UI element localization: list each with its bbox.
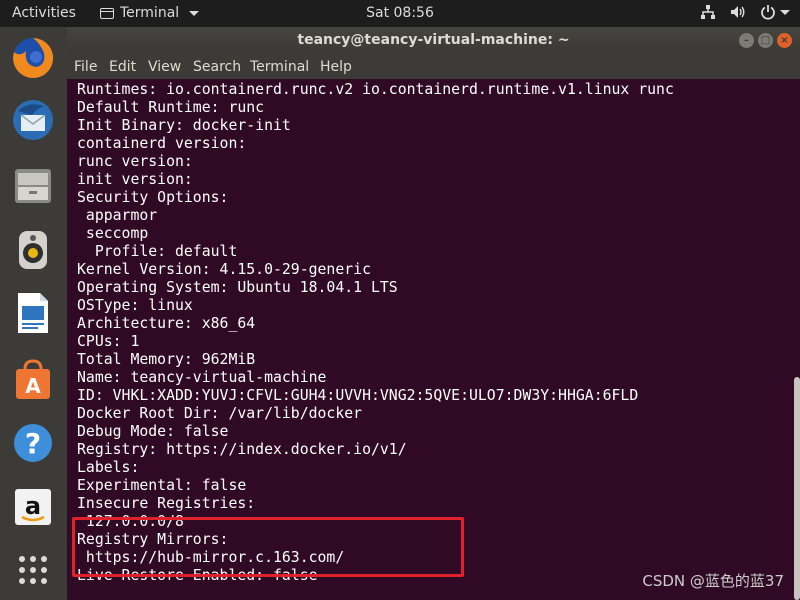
terminal-line: Operating System: Ubuntu 18.04.1 LTS [77,279,398,296]
files-icon[interactable] [10,163,56,209]
terminal-line: Architecture: x86_64 [77,315,256,332]
svg-text:a: a [25,492,41,520]
svg-text:A: A [25,374,41,398]
libreoffice-writer-icon[interactable] [10,290,56,336]
terminal-window: teancy@teancy-virtual-machine: ~ – □ × F… [67,27,800,600]
terminal-line: Labels: [77,459,140,476]
maximize-button[interactable]: □ [758,33,773,48]
terminal-line: ID: VHKL:XADD:YUVJ:CFVL:GUH4:UVVH:VNG2:5… [77,387,639,404]
help-icon[interactable]: ? [10,420,56,466]
menu-file[interactable]: File [74,59,97,75]
show-applications-icon[interactable] [10,547,56,593]
power-icon [761,5,775,20]
thunderbird-icon[interactable] [10,97,56,143]
menu-help[interactable]: Help [320,59,352,75]
terminal-line: seccomp [77,225,149,242]
menu-view[interactable]: View [148,59,181,75]
terminal-line: init version: [77,171,193,188]
top-panel: Activities Terminal Sat 08:56 [0,0,800,27]
terminal-line: Name: teancy-virtual-machine [77,369,327,386]
rhythmbox-icon[interactable] [10,227,56,273]
terminal-line: Experimental: false [77,477,247,494]
power-menu[interactable] [760,4,790,20]
network-icon[interactable] [700,4,716,20]
svg-text:?: ? [25,427,41,460]
terminal-line: Kernel Version: 4.15.0-29-generic [77,261,371,278]
highlight-box [72,517,464,577]
menu-edit[interactable]: Edit [109,59,136,75]
terminal-line: CPUs: 1 [77,333,140,350]
terminal-line: Docker Root Dir: /var/lib/docker [77,405,363,422]
volume-icon[interactable] [730,4,746,20]
close-button[interactable]: × [777,33,792,48]
clock[interactable]: Sat 08:56 [0,5,800,21]
menu-search[interactable]: Search [193,59,241,75]
scrollbar[interactable] [794,377,800,600]
firefox-icon[interactable] [10,35,56,81]
watermark: CSDN @蓝色的蓝37 [642,572,784,590]
terminal-line: Profile: default [77,243,238,260]
minimize-button[interactable]: – [739,33,754,48]
window-titlebar[interactable]: teancy@teancy-virtual-machine: ~ – □ × [67,27,800,54]
menu-terminal[interactable]: Terminal [250,59,309,75]
ubuntu-software-icon[interactable]: A [10,357,56,403]
terminal-line: Runtimes: io.containerd.runc.v2 io.conta… [77,81,674,98]
terminal-line: Init Binary: docker-init [77,117,291,134]
amazon-icon[interactable]: a [10,484,56,530]
terminal-line: Insecure Registries: [77,495,256,512]
terminal-line: Default Runtime: runc [77,99,265,116]
terminal-line: runc version: [77,153,193,170]
terminal-line: containerd version: [77,135,247,152]
system-tray[interactable] [700,4,790,20]
terminal-line: Debug Mode: false [77,423,229,440]
chevron-down-icon [780,9,790,15]
terminal-line: Registry: https://index.docker.io/v1/ [77,441,407,458]
terminal-line: Total Memory: 962MiB [77,351,256,368]
terminal-line: apparmor [77,207,158,224]
window-controls: – □ × [739,33,792,48]
window-title: teancy@teancy-virtual-machine: ~ [297,32,570,48]
dock: A ? a [0,27,67,600]
terminal-line: Security Options: [77,189,229,206]
menu-bar: File Edit View Search Terminal Help [67,54,800,79]
terminal-line: OSType: linux [77,297,193,314]
